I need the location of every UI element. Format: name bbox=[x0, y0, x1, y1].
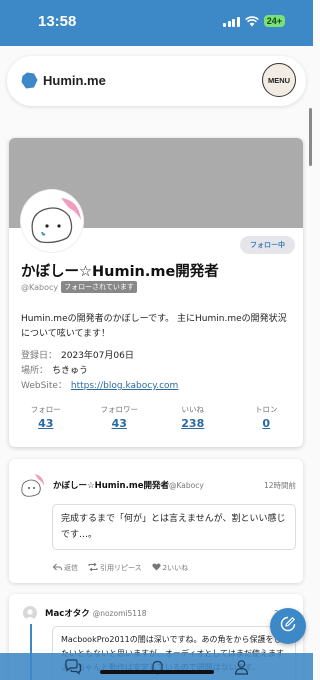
location-value: ちきゅう bbox=[52, 366, 89, 376]
like-label: 2いいね bbox=[162, 564, 189, 572]
wifi-icon bbox=[244, 15, 259, 27]
stat-value[interactable]: 238 bbox=[156, 417, 230, 430]
post-author[interactable]: かぼしー☆Humin.me開発者@Kabocy bbox=[53, 479, 204, 491]
status-icons: 24+ bbox=[223, 15, 285, 27]
website-label: WebSite： bbox=[21, 381, 67, 391]
bottom-nav bbox=[0, 653, 313, 680]
compose-icon bbox=[280, 616, 296, 636]
registered-label: 登録日： bbox=[21, 351, 58, 361]
post-author-handle: @Kabocy bbox=[168, 481, 204, 490]
menu-button[interactable]: MENU bbox=[262, 63, 296, 97]
stat-follow[interactable]: フォロー 43 bbox=[9, 404, 83, 430]
post-time: 12時間前 bbox=[263, 481, 296, 490]
profile-display-name: かぼしー☆Humin.me開発者 bbox=[21, 264, 219, 280]
avatar[interactable] bbox=[21, 190, 83, 252]
post-avatar[interactable] bbox=[17, 472, 45, 500]
stat-label: フォロー bbox=[30, 405, 61, 414]
stat-tron[interactable]: トロン 0 bbox=[230, 404, 304, 430]
post-body: 完成するまで「何が」とは言えませんが、割といい感じです…。 bbox=[52, 504, 296, 550]
battery-badge: 24+ bbox=[263, 15, 285, 27]
scrollbar[interactable] bbox=[308, 46, 313, 680]
stat-followers[interactable]: フォロワー 43 bbox=[83, 404, 157, 430]
profile-meta: 登録日： 2023年07月06日 場所： ちきゅう WebSite： https://… bbox=[21, 349, 178, 394]
post-author-name: かぼしー☆Humin.me開発者 bbox=[53, 481, 169, 491]
stat-value[interactable]: 43 bbox=[83, 417, 157, 430]
following-button[interactable]: フォロー中 bbox=[240, 236, 295, 254]
heart-icon bbox=[152, 563, 161, 573]
repost-label: 引用リピース bbox=[100, 564, 142, 572]
logo-text: Humin.me bbox=[43, 73, 106, 88]
stat-label: フォロワー bbox=[100, 405, 139, 414]
post-author-handle-text: nozomi5118 bbox=[100, 609, 147, 618]
repost-button[interactable]: 引用リピース bbox=[88, 562, 142, 573]
stat-label: いいね bbox=[181, 405, 205, 414]
compose-button[interactable] bbox=[270, 608, 306, 644]
profile-bio: Humin.meの開発者のかぼしーです。 主にHumin.meの開発状況について… bbox=[21, 314, 287, 339]
website-link[interactable]: https://blog.kabocy.com bbox=[71, 379, 178, 394]
chat-icon[interactable] bbox=[64, 658, 82, 675]
logo[interactable]: Humin.me bbox=[21, 72, 106, 89]
profile-card: フォロー中 かぼしー☆Humin.me開発者 @Kabocy フォローされていま… bbox=[9, 138, 303, 447]
registered-value: 2023年07月06日 bbox=[61, 351, 134, 361]
stat-label: トロン bbox=[255, 405, 278, 414]
status-bar: 13:58 24+ bbox=[0, 0, 313, 46]
post-author-name: Macオタク bbox=[45, 609, 90, 619]
user-icon[interactable] bbox=[234, 659, 249, 675]
reply-button[interactable]: 返信 bbox=[52, 563, 78, 573]
handle-row: @Kabocy フォローされています bbox=[21, 281, 137, 293]
home-indicator bbox=[100, 670, 214, 674]
scrollbar-thumb[interactable] bbox=[309, 108, 312, 166]
logo-icon bbox=[21, 72, 38, 89]
post-author-handle: @nozomi5118 bbox=[92, 609, 147, 618]
reply-label: 返信 bbox=[64, 564, 78, 572]
post-card[interactable]: かぼしー☆Humin.me開発者@Kabocy 12時間前 完成するまで「何が」… bbox=[9, 459, 303, 583]
follows-you-badge: フォローされています bbox=[61, 281, 137, 293]
signal-icon bbox=[223, 16, 240, 27]
profile-stats: フォロー 43 フォロワー 43 いいね 238 トロン 0 bbox=[9, 404, 303, 430]
post-avatar[interactable] bbox=[23, 606, 37, 620]
app-header: Humin.me MENU bbox=[7, 56, 306, 106]
reply-icon bbox=[52, 563, 62, 573]
post-author[interactable]: Macオタク @nozomi5118 bbox=[45, 607, 147, 619]
post-actions: 返信 引用リピース 2いいね bbox=[52, 562, 188, 573]
stat-likes[interactable]: いいね 238 bbox=[156, 404, 230, 430]
repost-icon bbox=[88, 562, 98, 573]
like-button[interactable]: 2いいね bbox=[152, 563, 188, 573]
status-time: 13:58 bbox=[38, 13, 77, 30]
stat-value[interactable]: 0 bbox=[230, 417, 304, 430]
stat-value[interactable]: 43 bbox=[9, 417, 83, 430]
profile-handle: @Kabocy bbox=[21, 282, 59, 292]
location-label: 場所： bbox=[21, 366, 49, 376]
